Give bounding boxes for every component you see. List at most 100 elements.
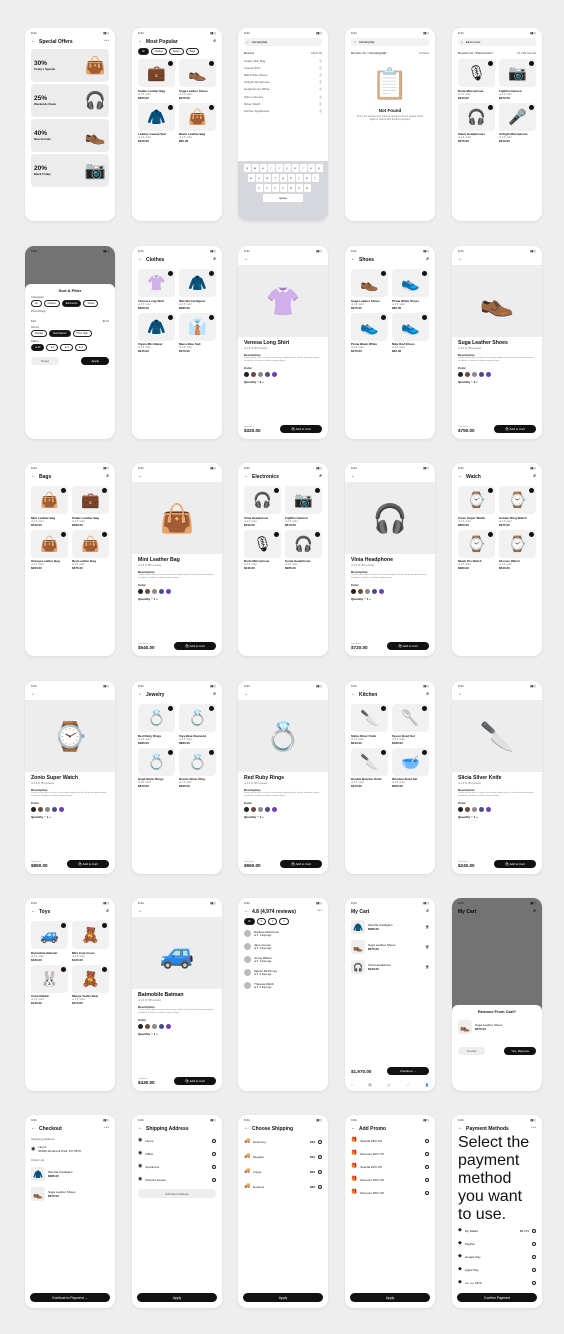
product-card[interactable]: 👞 Suga Leather Shoes ★ 4.5 | sold $375.00 <box>179 59 216 100</box>
key[interactable]: r <box>267 164 275 172</box>
trash-icon[interactable]: 🗑 <box>425 965 429 969</box>
search-bar[interactable]: ⌕ Electronics <box>458 38 536 46</box>
product-card[interactable]: 🔪 Double Butcher Knife ★ 4.5 | sold $470.00 <box>351 747 388 788</box>
favorite-icon[interactable] <box>209 314 214 320</box>
back-arrow-icon[interactable]: ← <box>244 474 249 479</box>
continue-to-payment-button[interactable]: Continue to Payment → <box>30 1293 110 1302</box>
add-to-cart-button[interactable]: 🛍 Add to Cart <box>494 425 536 433</box>
radio-button[interactable] <box>318 1169 322 1174</box>
color-swatch[interactable] <box>138 588 143 594</box>
radio-button[interactable] <box>425 1151 429 1156</box>
shipping-option[interactable]: 🚚 Economy $10 <box>238 1134 328 1149</box>
back-arrow-icon[interactable]: ← <box>138 39 143 44</box>
product-image[interactable]: 👟 <box>392 269 429 297</box>
product-image[interactable]: 🧥 <box>179 269 216 297</box>
offer-card[interactable]: 20% Black Friday 📷 <box>31 154 109 187</box>
favorite-icon[interactable] <box>102 923 107 928</box>
sort-chip[interactable]: Price High <box>72 330 92 337</box>
favorite-icon[interactable] <box>209 61 214 66</box>
address-option[interactable]: ◉ Parent's House <box>132 1173 222 1186</box>
cart-item[interactable]: 🧥 Werolla Cardigans $385.00 🗑 <box>345 917 435 937</box>
search-icon[interactable]: ⌕ <box>426 257 429 262</box>
sort-chip[interactable]: Most Recent <box>49 330 71 337</box>
product-card[interactable]: 🧥 Leather Casual Suit ★ 4.5 | sold $420.00 <box>138 102 175 143</box>
favorite-icon[interactable] <box>488 104 493 110</box>
shipping-option[interactable]: 🚚 Express $30 <box>238 1179 328 1194</box>
product-card[interactable]: 🧸 Mini Cute Groot ★ 4.5 | sold $120.00 <box>72 921 109 962</box>
offer-card[interactable]: 30% Today's Special 👜 <box>31 49 109 82</box>
key[interactable]: g <box>279 174 287 182</box>
color-swatch[interactable] <box>472 806 477 812</box>
radio-button[interactable] <box>212 1138 216 1143</box>
color-swatch[interactable] <box>45 806 50 812</box>
product-image[interactable]: 🔪 <box>351 747 388 776</box>
favorite-icon[interactable] <box>168 749 173 755</box>
product-card[interactable]: 🧸 Manya Teddy Bear ★ 4.5 | sold $110.00 <box>72 964 109 1005</box>
product-image[interactable]: 💍 <box>138 704 175 732</box>
recent-item[interactable]: Headphones White ⓧ <box>238 86 328 93</box>
product-card[interactable]: 👔 Maco Blue Suit ★ 4.5 | sold $270.00 <box>179 312 216 353</box>
category-chip[interactable]: Clothes <box>43 300 60 307</box>
key[interactable]: m <box>303 184 311 192</box>
price-range[interactable]: $20 $120 <box>31 313 109 326</box>
product-image[interactable]: 💼 <box>72 486 109 514</box>
product-card[interactable]: 💍 Bramo Silver Ring ★ 4.5 | sold $395.00 <box>179 747 216 788</box>
product-card[interactable]: ⌚ Glossio Watch ★ 4.5 | sold $640.00 <box>499 529 536 570</box>
add-to-cart-button[interactable]: 🛍 Add to Cart <box>174 642 216 650</box>
cart-icon[interactable]: 🛒 <box>387 1083 391 1087</box>
product-card[interactable]: ⌚ Zonio Super Watch ★ 4.5 | sold $850.00 <box>458 486 495 527</box>
bag-icon[interactable]: 🛍 <box>368 1083 372 1087</box>
key[interactable]: i <box>299 164 307 172</box>
radio-button[interactable] <box>425 1190 429 1195</box>
favorite-icon[interactable] <box>102 966 107 972</box>
search-icon[interactable]: ⌕ <box>213 257 216 262</box>
color-swatch[interactable] <box>38 806 43 812</box>
product-card[interactable]: 💼 Snake Leather Bag ★ 4.5 | sold $485.00 <box>72 486 109 527</box>
remove-icon[interactable]: ⓧ <box>319 80 322 84</box>
favorite-icon[interactable] <box>168 104 173 110</box>
product-image[interactable]: 💍 <box>179 704 216 732</box>
key[interactable]: v <box>279 184 287 192</box>
key[interactable]: w <box>251 164 259 172</box>
search-icon[interactable]: ⌕ <box>213 39 216 44</box>
product-card[interactable]: 👜 Mini Leather Bag ★ 4.5 | sold $540.00 <box>31 486 68 527</box>
radio-button[interactable] <box>212 1177 216 1182</box>
product-card[interactable]: 📷 Fujifilm Camera ★ 4.5 | sold $670.00 <box>499 59 536 100</box>
favorite-icon[interactable] <box>422 271 427 276</box>
trash-icon[interactable]: 🗑 <box>425 945 429 949</box>
address-option[interactable]: ◉ Office <box>132 1147 222 1160</box>
product-image[interactable]: ⌚ <box>458 486 495 514</box>
color-swatch[interactable] <box>251 371 256 377</box>
product-card[interactable]: 👜 Orange Leather Bag ★ 4.5 | sold $295.00 <box>31 529 68 570</box>
back-arrow-icon[interactable]: ← <box>458 474 463 479</box>
product-image[interactable]: ⌚ <box>499 486 536 514</box>
product-image[interactable]: 🔪 <box>351 704 388 732</box>
color-swatch[interactable] <box>244 371 249 377</box>
product-image[interactable]: ⌚ <box>499 529 536 558</box>
product-card[interactable]: 🧥 Werolla Cardigans ★ 4.5 | sold $385.00 <box>179 269 216 310</box>
product-image[interactable]: 🚙 <box>31 921 68 949</box>
product-image[interactable]: ⌚ <box>458 529 495 558</box>
product-card[interactable]: 🐰 Cutie Rabbit ★ 4.5 | sold $140.00 <box>31 964 68 1005</box>
offer-card[interactable]: 25% Weekends Deals 🎧 <box>31 84 109 117</box>
product-image[interactable]: 🧸 <box>72 921 109 949</box>
product-image[interactable]: 👞 <box>179 59 216 87</box>
recent-item[interactable]: Snake Skin Bag ⓧ <box>238 57 328 64</box>
product-card[interactable]: ⌚ Black Pro Watch ★ 4.5 | sold $280.00 <box>458 529 495 570</box>
search-input[interactable]: Abcdefghijk <box>252 40 268 44</box>
product-card[interactable]: 👟 Nike Red Shoes ★ 4.5 | sold $60.00 <box>392 312 429 353</box>
color-swatch[interactable] <box>152 588 157 594</box>
key[interactable]: h <box>287 174 295 182</box>
favorite-icon[interactable] <box>488 531 493 537</box>
more-icon[interactable]: ⋯ <box>104 1126 109 1131</box>
remove-icon[interactable]: ⓧ <box>319 109 322 113</box>
key[interactable]: c <box>271 184 279 192</box>
product-image[interactable]: 📷 <box>499 59 536 87</box>
product-image[interactable]: 👟 <box>392 312 429 341</box>
key[interactable]: q <box>243 164 251 172</box>
color-swatch[interactable] <box>486 371 491 377</box>
color-swatch[interactable] <box>272 371 277 377</box>
key[interactable]: e <box>259 164 267 172</box>
favorite-icon[interactable] <box>61 488 66 493</box>
search-icon[interactable]: ⌕ <box>106 909 109 914</box>
